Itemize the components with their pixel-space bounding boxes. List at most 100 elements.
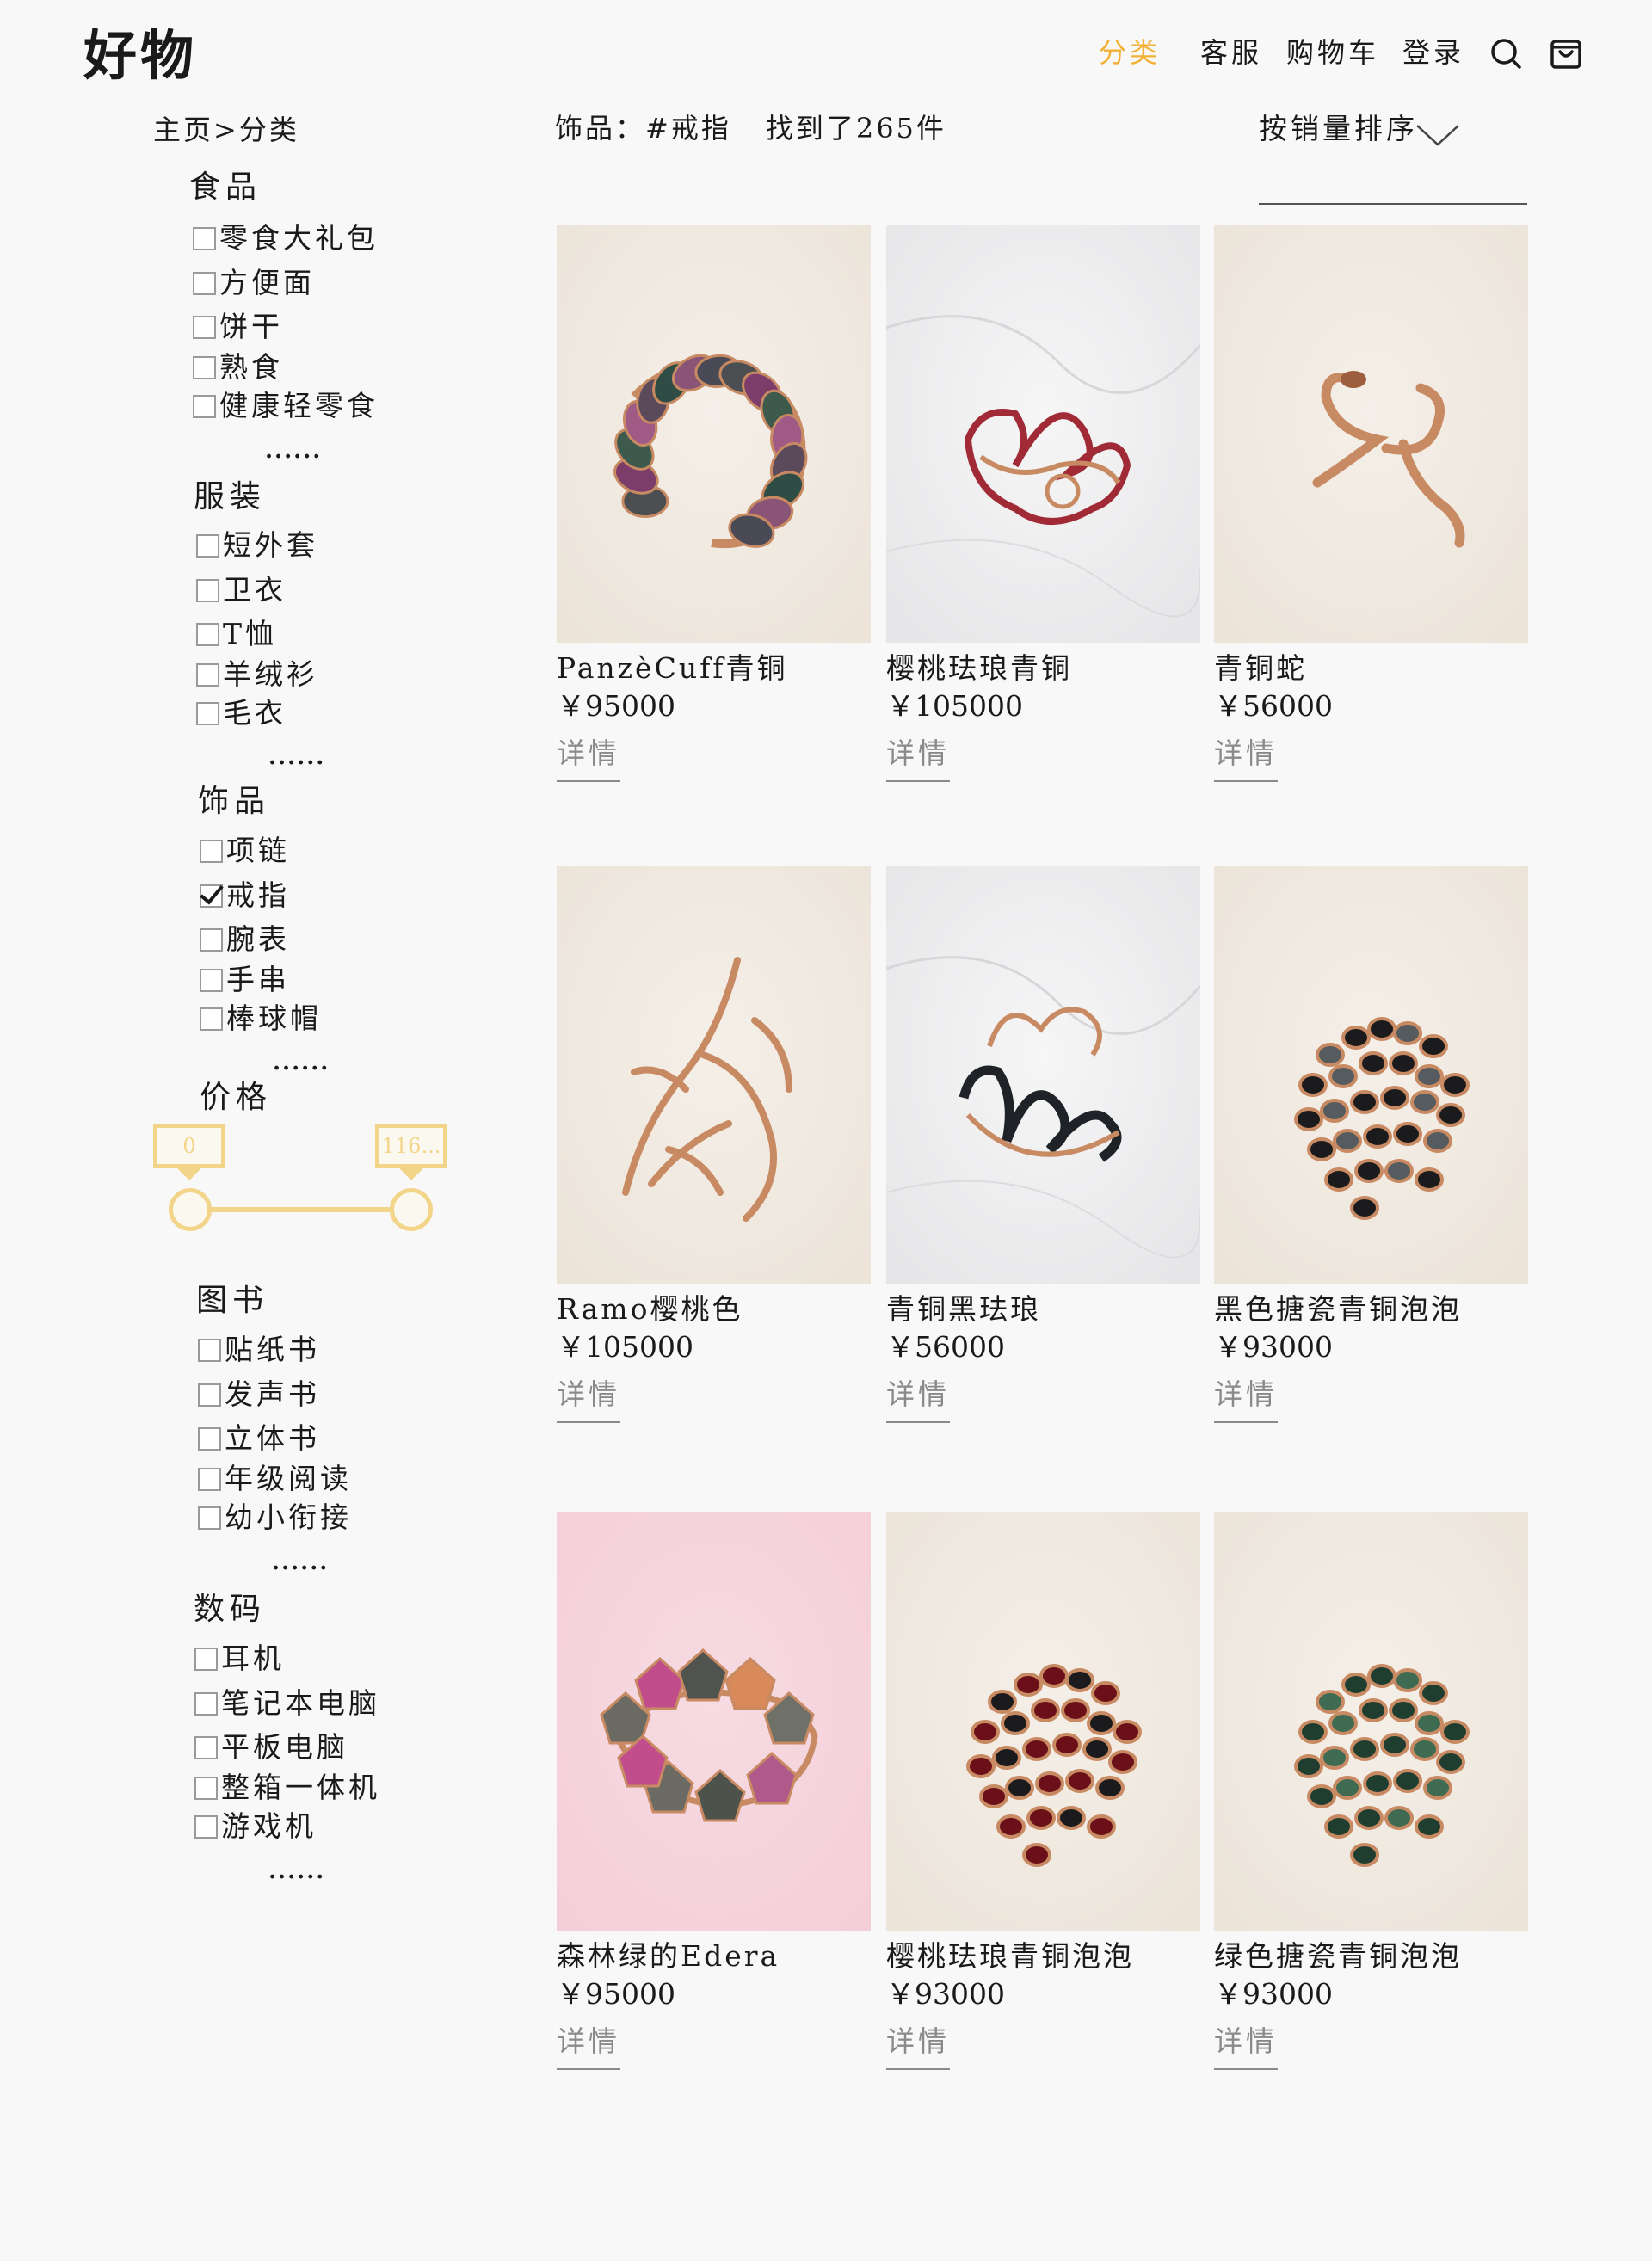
product-image[interactable] — [886, 866, 1200, 1284]
category-filter-checkbox[interactable]: 方便面 — [193, 266, 315, 300]
product-card[interactable]: 樱桃珐琅青铜泡泡 ￥93000 详情 — [886, 1512, 1200, 2070]
site-logo[interactable]: 好物 — [83, 17, 197, 95]
checkbox-icon[interactable] — [194, 1691, 218, 1716]
product-card[interactable]: PanzèCuff青铜 ￥95000 详情 — [557, 225, 871, 782]
checkbox-icon[interactable] — [193, 315, 216, 339]
show-more-link[interactable]: ...... — [268, 1860, 325, 1882]
category-filter-checkbox[interactable]: 短外套 — [196, 528, 318, 563]
category-filter-checkbox[interactable]: 贴纸书 — [198, 1333, 320, 1367]
category-filter-checkbox[interactable]: 笔记本电脑 — [194, 1686, 380, 1721]
product-card[interactable]: 绿色搪瓷青铜泡泡 ￥93000 详情 — [1214, 1512, 1528, 2070]
checkbox-icon[interactable] — [200, 1007, 223, 1031]
product-detail-link[interactable]: 详情 — [557, 2020, 620, 2070]
category-filter-checkbox[interactable]: 腕表 — [200, 922, 290, 957]
checkbox-icon[interactable] — [194, 1776, 218, 1800]
category-filter-checkbox[interactable]: 戒指 — [200, 878, 290, 913]
category-filter-checkbox[interactable]: 卫衣 — [196, 573, 287, 607]
nav-customer-service[interactable]: 客服 — [1200, 31, 1262, 74]
category-filter-checkbox[interactable]: 年级阅读 — [198, 1462, 352, 1496]
checkbox-icon[interactable] — [196, 578, 219, 602]
checkbox-icon[interactable] — [196, 662, 219, 687]
category-filter-checkbox[interactable]: 羊绒衫 — [196, 657, 318, 692]
product-card[interactable]: 黑色搪瓷青铜泡泡 ￥93000 详情 — [1214, 866, 1528, 1423]
nav-login[interactable]: 登录 — [1402, 31, 1464, 74]
checkbox-icon[interactable] — [196, 533, 219, 558]
category-filter-checkbox[interactable]: 熟食 — [193, 350, 283, 385]
checkbox-icon[interactable] — [200, 927, 223, 952]
product-name[interactable]: Ramo樱桃色 — [557, 1291, 871, 1328]
product-name[interactable]: 樱桃珐琅青铜 — [886, 650, 1200, 687]
product-detail-link[interactable]: 详情 — [886, 2020, 950, 2070]
checkbox-icon[interactable] — [194, 1735, 218, 1759]
checkbox-icon[interactable] — [200, 839, 223, 863]
product-detail-link[interactable]: 详情 — [1214, 732, 1278, 782]
show-more-link[interactable]: ...... — [268, 746, 325, 768]
product-detail-link[interactable]: 详情 — [886, 1373, 950, 1423]
product-image[interactable] — [557, 866, 871, 1284]
category-filter-checkbox[interactable]: 发声书 — [198, 1377, 320, 1412]
category-filter-checkbox[interactable]: 立体书 — [198, 1421, 320, 1456]
show-more-link[interactable]: ...... — [265, 440, 322, 462]
checkbox-icon[interactable] — [193, 355, 216, 379]
product-detail-link[interactable]: 详情 — [557, 1373, 620, 1423]
breadcrumb[interactable]: 主页>分类 — [153, 110, 299, 150]
product-card[interactable]: 樱桃珐琅青铜 ￥105000 详情 — [886, 225, 1200, 782]
product-name[interactable]: 黑色搪瓷青铜泡泡 — [1214, 1291, 1528, 1328]
checkbox-icon[interactable] — [196, 701, 219, 725]
price-slider-track[interactable] — [191, 1207, 412, 1212]
category-filter-checkbox[interactable]: T恤 — [196, 617, 277, 651]
checkbox-icon[interactable] — [198, 1506, 221, 1530]
category-filter-checkbox[interactable]: 零食大礼包 — [193, 221, 379, 256]
category-filter-checkbox[interactable]: 棒球帽 — [200, 1001, 322, 1036]
checkbox-icon[interactable] — [198, 1467, 221, 1491]
product-image[interactable] — [886, 225, 1200, 643]
product-detail-link[interactable]: 详情 — [1214, 1373, 1278, 1423]
category-filter-checkbox[interactable]: 耳机 — [194, 1642, 285, 1676]
checkbox-icon[interactable] — [194, 1814, 218, 1839]
product-name[interactable]: 森林绿的Edera — [557, 1938, 871, 1975]
checkbox-icon[interactable] — [194, 1647, 218, 1671]
product-image[interactable] — [557, 225, 871, 643]
product-name[interactable]: 青铜黑珐琅 — [886, 1291, 1200, 1328]
product-image[interactable] — [1214, 866, 1528, 1284]
product-name[interactable]: 樱桃珐琅青铜泡泡 — [886, 1938, 1200, 1975]
sort-dropdown[interactable]: 按销量排序 — [1259, 107, 1527, 205]
category-filter-checkbox[interactable]: 手串 — [200, 963, 290, 997]
nav-category[interactable]: 分类 — [1099, 31, 1161, 74]
product-card[interactable]: Ramo樱桃色 ￥105000 详情 — [557, 866, 871, 1423]
checkbox-icon[interactable] — [193, 271, 216, 295]
checkbox-icon[interactable] — [198, 1426, 221, 1451]
product-name[interactable]: 青铜蛇 — [1214, 650, 1528, 687]
product-image[interactable] — [557, 1512, 871, 1931]
shopping-bag-icon[interactable] — [1549, 36, 1583, 71]
category-filter-checkbox[interactable]: 整箱一体机 — [194, 1771, 380, 1805]
product-card[interactable]: 青铜蛇 ￥56000 详情 — [1214, 225, 1528, 782]
category-filter-checkbox[interactable]: 幼小衔接 — [198, 1500, 352, 1535]
show-more-link[interactable]: ...... — [273, 1051, 330, 1074]
category-filter-checkbox[interactable]: 平板电脑 — [194, 1730, 348, 1765]
checkbox-icon[interactable] — [193, 226, 216, 250]
product-card[interactable]: 森林绿的Edera ￥95000 详情 — [557, 1512, 871, 2070]
product-detail-link[interactable]: 详情 — [886, 732, 950, 782]
product-card[interactable]: 青铜黑珐琅 ￥56000 详情 — [886, 866, 1200, 1423]
checkbox-icon[interactable] — [196, 622, 219, 646]
price-slider-min-handle[interactable] — [169, 1188, 212, 1231]
price-min-input[interactable]: 0 — [153, 1124, 225, 1168]
product-name[interactable]: PanzèCuff青铜 — [557, 650, 871, 687]
category-filter-checkbox[interactable]: 游戏机 — [194, 1809, 317, 1844]
checkbox-icon[interactable] — [198, 1383, 221, 1407]
product-image[interactable] — [1214, 1512, 1528, 1931]
price-max-input[interactable]: 116... — [375, 1124, 447, 1168]
checkbox-icon[interactable] — [193, 394, 216, 418]
product-detail-link[interactable]: 详情 — [557, 732, 620, 782]
checkbox-icon[interactable] — [200, 968, 223, 992]
category-filter-checkbox[interactable]: 饼干 — [193, 310, 283, 344]
category-filter-checkbox[interactable]: 毛衣 — [196, 696, 287, 730]
search-icon[interactable] — [1489, 36, 1523, 71]
checkbox-checked-icon[interactable] — [200, 884, 223, 908]
category-filter-checkbox[interactable]: 项链 — [200, 834, 290, 868]
product-name[interactable]: 绿色搪瓷青铜泡泡 — [1214, 1938, 1528, 1975]
product-image[interactable] — [886, 1512, 1200, 1931]
price-slider-max-handle[interactable] — [390, 1188, 433, 1231]
show-more-link[interactable]: ...... — [272, 1551, 329, 1574]
